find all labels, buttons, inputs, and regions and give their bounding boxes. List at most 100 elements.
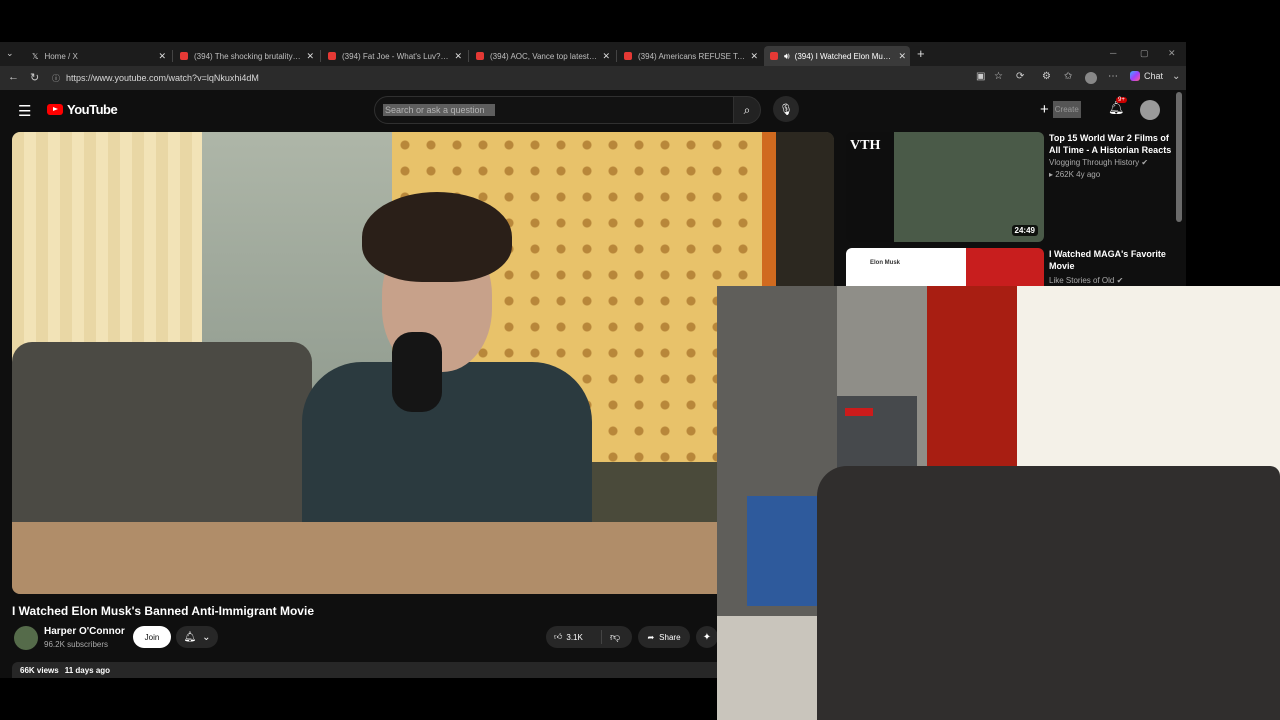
tab-close-icon[interactable]: ✕	[158, 51, 166, 62]
speaker-icon[interactable]: 🔊︎	[784, 51, 790, 62]
youtube-header: ☰ YouTube ⌕ 🎙︎ + Create 🔔︎ 9+	[0, 90, 1186, 130]
recommended-video[interactable]: VTH 24:49 Top 15 World War 2 Films of Al…	[846, 132, 1176, 242]
address-bar-row: ← ↻ ⓘ https://www.youtube.com/watch?v=lq…	[0, 66, 1186, 90]
tab-divider	[172, 50, 173, 62]
webcam-red-curtain	[927, 286, 1017, 476]
verified-check-icon: ✔	[1116, 276, 1124, 285]
tab-title: Home / X	[44, 51, 78, 61]
video-thumbnail[interactable]: VTH 24:49	[846, 132, 1044, 242]
browser-tab[interactable]: 𝕏 Home / X ✕	[26, 46, 170, 66]
tab-close-icon[interactable]: ✕	[602, 51, 610, 62]
window-close-icon[interactable]: ✕	[1168, 48, 1176, 59]
webcam-box	[747, 496, 827, 606]
video-player[interactable]	[12, 132, 834, 594]
url-text[interactable]: https://www.youtube.com/watch?v=lqNkuxhi…	[66, 73, 259, 83]
recommended-views: 262K	[1055, 170, 1074, 179]
address-bar[interactable]: ⓘ https://www.youtube.com/watch?v=lqNkux…	[48, 69, 968, 87]
search-button[interactable]: ⌕	[733, 96, 761, 124]
microphone-icon: 🎙︎	[779, 103, 793, 116]
maximize-icon[interactable]: ▢	[1140, 48, 1149, 59]
video-duration: 24:49	[1011, 225, 1038, 236]
recommended-title[interactable]: Top 15 World War 2 Films of All Time - A…	[1049, 132, 1173, 156]
browser-tab[interactable]: (394) Fat Joe - What's Luv? ft. Ash ✕	[322, 46, 466, 66]
webcam-sticker	[845, 408, 873, 416]
browser-tab[interactable]: (394) AOC, Vance top latest 2028 ✕	[470, 46, 614, 66]
tab-close-icon[interactable]: ✕	[898, 51, 906, 62]
search-box[interactable]	[374, 96, 734, 124]
tab-close-icon[interactable]: ✕	[454, 51, 462, 62]
recommended-title[interactable]: I Watched MAGA's Favorite Movie	[1049, 248, 1173, 272]
tab-list-chevron-icon[interactable]: ⌄	[6, 48, 14, 59]
page-scrollbar[interactable]	[1176, 92, 1182, 222]
subscription-notifications-button[interactable]: 🔔︎ ⌄	[176, 626, 218, 648]
subscriber-count: 96.2K subscribers	[44, 640, 109, 649]
site-info-icon[interactable]: ⓘ	[52, 73, 60, 84]
create-label: Create	[1052, 100, 1081, 118]
chevron-down-icon: ⌄	[202, 631, 211, 643]
tab-close-icon[interactable]: ✕	[750, 51, 758, 62]
upload-age: 11 days ago	[64, 665, 111, 675]
account-avatar[interactable]	[1140, 100, 1160, 120]
copilot-icon	[1130, 71, 1140, 81]
voice-search-button[interactable]: 🎙︎	[773, 96, 799, 122]
thumbnail-brand-text: VTH	[850, 138, 881, 153]
tab-divider	[320, 50, 321, 62]
recommended-age: 4y ago	[1076, 170, 1101, 179]
sparkle-icon: ✦	[702, 631, 712, 643]
search-icon: ⌕	[743, 102, 751, 117]
profile-avatar[interactable]	[1085, 72, 1097, 84]
favorite-star-icon[interactable]: ☆	[994, 71, 1003, 82]
notifications-button[interactable]: 🔔︎ 9+	[1108, 97, 1127, 116]
minimize-icon[interactable]: ─	[1110, 48, 1116, 58]
browser-tab-active[interactable]: 🔊︎ (394) I Watched Elon Musk's B ✕	[764, 46, 910, 66]
screen: ⌄ 𝕏 Home / X ✕ (394) The shocking brutal…	[0, 0, 1280, 720]
dislike-button[interactable]: 👎︎	[602, 631, 620, 643]
description-box[interactable]: 66K views 11 days ago	[12, 662, 834, 678]
extensions-icon[interactable]: ⚙	[1042, 71, 1051, 82]
reader-view-icon[interactable]: ▣	[976, 71, 985, 82]
recommended-meta: ▸ 262K 4y ago	[1049, 170, 1100, 179]
search-input[interactable]	[383, 104, 495, 116]
video-title: I Watched Elon Musk's Banned Anti-Immigr…	[12, 604, 314, 618]
new-tab-icon[interactable]: +	[917, 46, 925, 61]
reload-icon[interactable]: ↻	[30, 71, 39, 84]
tab-title: (394) AOC, Vance top latest 2028	[490, 51, 599, 61]
browser-tab[interactable]: (394) The shocking brutality of th ✕	[174, 46, 318, 66]
favorites-icon[interactable]: ✩	[1064, 71, 1072, 82]
channel-name[interactable]: Harper O'Connor	[44, 626, 125, 637]
youtube-logo[interactable]: YouTube	[47, 102, 118, 117]
youtube-favicon-icon	[180, 52, 188, 60]
copilot-chat-button[interactable]: Chat	[1130, 71, 1163, 81]
like-button[interactable]: 👍︎ 3.1K	[546, 630, 602, 644]
more-actions-button[interactable]: ✦	[696, 626, 718, 648]
thumbnail-tweet-author: Elon Musk	[870, 260, 901, 266]
refresh-extension-icon[interactable]: ⟳	[1016, 71, 1024, 82]
tab-title: (394) I Watched Elon Musk's B	[794, 51, 895, 61]
notification-badge: 9+	[1116, 97, 1127, 103]
more-options-icon[interactable]: ⋯	[1108, 71, 1118, 82]
plus-icon: +	[1040, 100, 1049, 118]
youtube-logo-text: YouTube	[67, 102, 118, 117]
youtube-favicon-icon	[770, 52, 778, 60]
presenter-hair	[362, 192, 512, 282]
chevron-down-icon[interactable]: ⌄	[1172, 71, 1180, 82]
join-button[interactable]: Join	[133, 626, 171, 648]
view-count: 66K views	[20, 665, 59, 675]
create-button[interactable]: + Create	[1040, 98, 1081, 120]
x-logo-icon: 𝕏	[32, 52, 39, 61]
browser-tab[interactable]: (394) Americans REFUSE To FORG ✕	[618, 46, 762, 66]
share-arrow-icon: ➦	[647, 632, 655, 642]
youtube-favicon-icon	[624, 52, 632, 60]
recommended-channel[interactable]: Vlogging Through History	[1049, 158, 1139, 167]
tab-divider	[468, 50, 469, 62]
tab-strip: ⌄ 𝕏 Home / X ✕ (394) The shocking brutal…	[0, 42, 1186, 66]
channel-avatar[interactable]	[14, 626, 38, 650]
recommended-channel[interactable]: Like Stories of Old	[1049, 276, 1114, 285]
tab-title: (394) Fat Joe - What's Luv? ft. Ash	[342, 51, 450, 61]
back-arrow-icon[interactable]: ←	[8, 71, 19, 83]
menu-hamburger-icon[interactable]: ☰	[18, 102, 31, 120]
like-dislike-group: 👍︎ 3.1K 👎︎	[546, 626, 632, 648]
recommended-channel-row: Like Stories of Old ✔	[1049, 276, 1123, 285]
share-button[interactable]: ➦ Share	[638, 626, 690, 648]
tab-close-icon[interactable]: ✕	[306, 51, 314, 62]
